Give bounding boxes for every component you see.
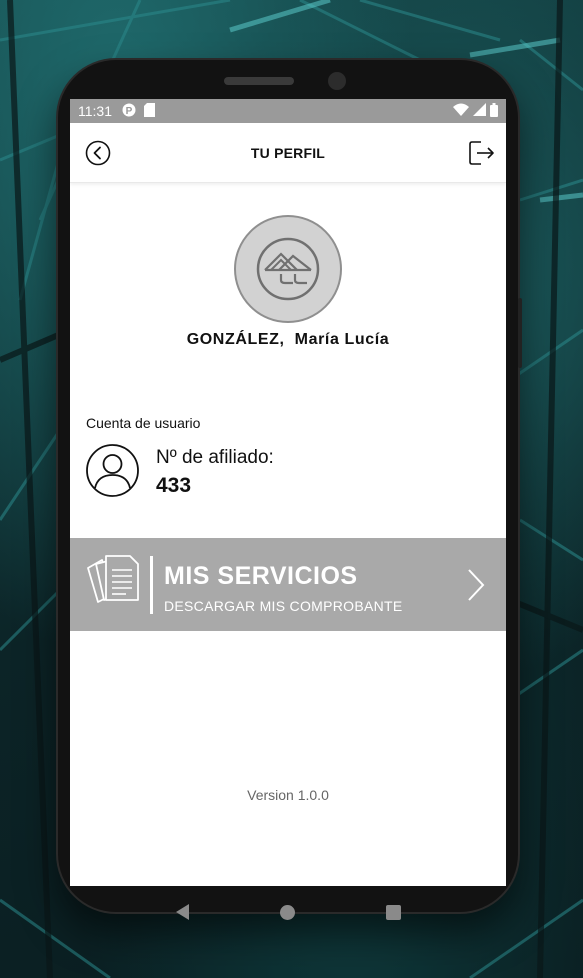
- sd-card-icon: [144, 102, 155, 120]
- avatar: [234, 215, 342, 323]
- app-screen: 11:31 P TU PERFIL GONZÁLEZ, María Lucía …: [70, 99, 506, 886]
- services-subtitle: DESCARGAR MIS COMPROBANTE: [164, 598, 403, 614]
- page-title: TU PERFIL: [250, 144, 326, 161]
- afiliado-number: 433: [156, 474, 192, 497]
- wifi-icon: [453, 103, 469, 119]
- phone-speaker: [224, 77, 294, 85]
- back-button[interactable]: [85, 140, 111, 166]
- chevron-left-circle-icon: [85, 140, 111, 166]
- signal-icon: [473, 103, 486, 119]
- logout-button[interactable]: [468, 139, 496, 167]
- profile-name: GONZÁLEZ, María Lucía: [186, 331, 390, 348]
- battery-icon: [490, 102, 498, 120]
- nav-home-icon[interactable]: [279, 904, 295, 920]
- afiliado-label: Nº de afiliado:: [156, 447, 274, 468]
- system-nav-bar: [70, 886, 506, 938]
- version-text: Version 1.0.0: [247, 787, 329, 803]
- nav-recents-icon[interactable]: [385, 904, 401, 920]
- company-logo: [256, 237, 320, 301]
- svg-text:P: P: [126, 106, 133, 117]
- status-time: 11:31: [78, 103, 112, 119]
- status-bar: 11:31 P: [70, 99, 506, 123]
- notification-p-icon: P: [122, 103, 136, 120]
- logout-icon: [469, 141, 494, 165]
- user-icon: [85, 443, 140, 498]
- phone-side-button: [518, 298, 522, 368]
- status-right-icons: [453, 102, 498, 120]
- nav-back-icon[interactable]: [175, 904, 189, 920]
- documents-icon: [84, 554, 142, 608]
- chevron-right-icon: [466, 568, 486, 602]
- account-section-label: Cuenta de usuario: [86, 415, 201, 431]
- phone-camera: [328, 72, 346, 90]
- app-bar: TU PERFIL: [70, 123, 506, 183]
- services-divider: [150, 556, 153, 614]
- services-title: MIS SERVICIOS: [164, 562, 358, 590]
- phone-frame: 11:31 P TU PERFIL GONZÁLEZ, María Lucía …: [58, 60, 522, 920]
- mis-servicios-button[interactable]: MIS SERVICIOS DESCARGAR MIS COMPROBANTE: [70, 538, 506, 631]
